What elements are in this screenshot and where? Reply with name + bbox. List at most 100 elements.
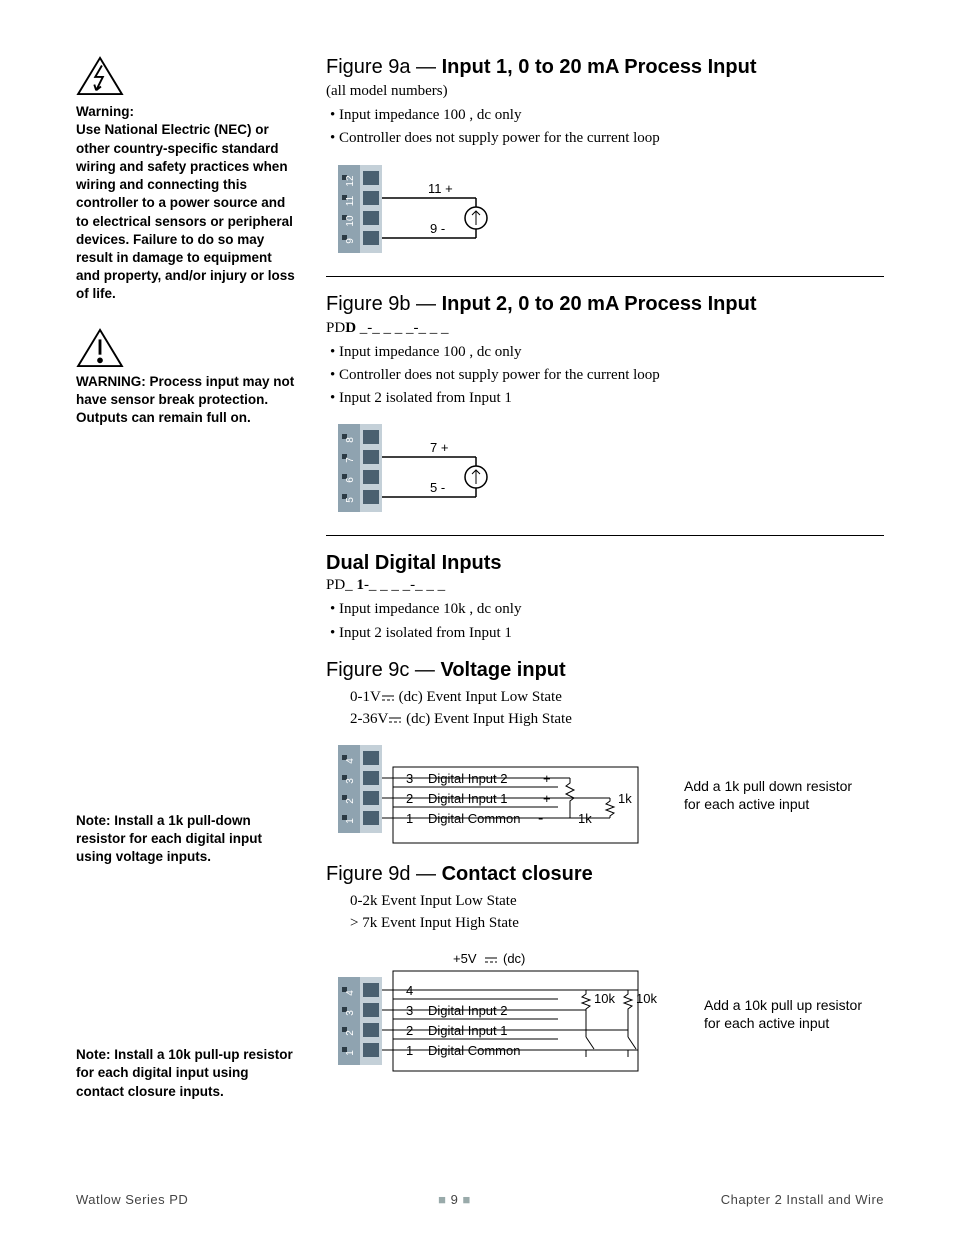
svg-text:1: 1 — [345, 1050, 356, 1056]
svg-text:+: + — [543, 771, 551, 786]
exclamation-warning-icon — [76, 328, 124, 368]
dual-b2: Input 2 isolated from Input 1 — [344, 622, 884, 645]
dual-bullets: Input impedance 10k , dc only Input 2 is… — [326, 598, 884, 645]
fig9d-diagram-row: +5V (dc) — [338, 949, 884, 1079]
page-body: Warning: Use National Electric (NEC) or … — [0, 0, 954, 1141]
fig9b-diagram: 8 7 6 5 7 + 5 - — [338, 424, 884, 517]
lightning-warning-icon — [76, 56, 124, 96]
svg-text:10k: 10k — [594, 991, 615, 1006]
fig9b-label: Figure 9b — — [326, 293, 442, 315]
svg-text:1: 1 — [406, 1043, 413, 1058]
svg-text:6: 6 — [345, 477, 356, 483]
svg-text:12: 12 — [345, 175, 356, 187]
svg-text:9: 9 — [345, 237, 356, 243]
svg-text:Digital Input 2: Digital Input 2 — [428, 1003, 508, 1018]
svg-text:11 +: 11 + — [428, 181, 453, 196]
svg-text:1k: 1k — [578, 811, 592, 826]
fig9a-sub: (all model numbers) — [326, 83, 884, 100]
svg-text:+5V: +5V — [453, 951, 477, 966]
svg-text:3: 3 — [345, 1010, 356, 1016]
figure-9a: Figure 9a — Input 1, 0 to 20 mA Process … — [326, 56, 884, 258]
sidebar: Warning: Use National Electric (NEC) or … — [76, 56, 296, 1101]
fig9a-b1: Input impedance 100 , dc only — [344, 104, 884, 127]
fig9b-b1: Input impedance 100 , dc only — [344, 341, 884, 364]
fig9b-bullets: Input impedance 100 , dc only Controller… — [326, 341, 884, 411]
fig9a-diagram: 12 11 10 9 11 + 9 - — [338, 165, 884, 258]
svg-text:2: 2 — [345, 1030, 356, 1036]
warning-block-1: Warning: Use National Electric (NEC) or … — [76, 56, 296, 304]
fig9b-b2: Controller does not supply power for the… — [344, 364, 884, 387]
fig9a-title: Input 1, 0 to 20 mA Process Input — [442, 56, 757, 78]
dual-title: Dual Digital Inputs — [326, 552, 884, 575]
dc-symbol-icon — [388, 715, 402, 725]
svg-text:Digital Input 1: Digital Input 1 — [428, 1023, 508, 1038]
warning-block-2: WARNING: Process input may not have sens… — [76, 328, 296, 428]
fig9d-callout: Add a 10k pull up resistor for each acti… — [704, 996, 874, 1032]
page-footer: Watlow Series PD ■ 9 ■ Chapter 2 Install… — [76, 1192, 884, 1207]
footer-right: Chapter 2 Install and Wire — [721, 1192, 884, 1207]
svg-text:2: 2 — [406, 1023, 413, 1038]
warning-heading: Warning: — [76, 103, 296, 121]
dc-symbol-icon — [381, 693, 395, 703]
separator-1 — [326, 276, 884, 277]
dual-model: PD_ 1-_ _ _ _-_ _ _ — [326, 577, 884, 594]
fig9d-label: Figure 9d — — [326, 863, 442, 885]
note-2: Note: Install a 10k pull-up resistor for… — [76, 1046, 296, 1101]
svg-text:5 -: 5 - — [430, 480, 445, 495]
fig9b-model: PDD _-_ _ _ _-_ _ _ — [326, 320, 884, 337]
svg-text:1k: 1k — [618, 791, 632, 806]
svg-text:9 -: 9 - — [430, 221, 445, 236]
svg-text:10: 10 — [345, 215, 356, 227]
svg-text:4: 4 — [345, 990, 356, 996]
svg-text:3: 3 — [406, 771, 413, 786]
note-1: Note: Install a 1k pull-down resistor fo… — [76, 812, 296, 867]
separator-2 — [326, 535, 884, 536]
fig9b-title: Input 2, 0 to 20 mA Process Input — [442, 293, 757, 315]
svg-text:(dc): (dc) — [503, 951, 525, 966]
fig9d-diagram: +5V (dc) — [338, 949, 678, 1079]
fig9d-state-high: > 7k Event Input High State — [350, 912, 884, 935]
dual-section: Dual Digital Inputs PD_ 1-_ _ _ _-_ _ _ … — [326, 552, 884, 645]
fig9c-diagram-row: 4 3 2 1 3 — [338, 745, 884, 845]
main-content: Figure 9a — Input 1, 0 to 20 mA Process … — [326, 56, 884, 1101]
svg-text:3: 3 — [406, 1003, 413, 1018]
svg-text:11: 11 — [345, 195, 356, 206]
fig9a-bullets: Input impedance 100 , dc only Controller… — [326, 104, 884, 151]
fig9c-title: Voltage input — [440, 659, 565, 681]
svg-text:+: + — [543, 791, 551, 806]
fig9d-states: 0-2k Event Input Low State > 7k Event In… — [350, 890, 884, 935]
dual-b1: Input impedance 10k , dc only — [344, 598, 884, 621]
svg-text:5: 5 — [345, 497, 356, 503]
svg-text:1: 1 — [345, 818, 356, 824]
warning-body-2: WARNING: Process input may not have sens… — [76, 373, 296, 428]
fig9c-callout: Add a 1k pull down resistor for each act… — [684, 777, 854, 813]
fig9d-title: Contact closure — [442, 863, 593, 885]
svg-text:8: 8 — [345, 437, 356, 443]
svg-text:Digital Input 1: Digital Input 1 — [428, 791, 508, 806]
fig9c-diagram: 4 3 2 1 3 — [338, 745, 658, 845]
svg-text:2: 2 — [406, 791, 413, 806]
svg-text:Digital Common: Digital Common — [428, 1043, 520, 1058]
fig9a-b2: Controller does not supply power for the… — [344, 127, 884, 150]
footer-left: Watlow Series PD — [76, 1192, 188, 1207]
svg-text:Digital Common: Digital Common — [428, 811, 520, 826]
warning-body-1: Use National Electric (NEC) or other cou… — [76, 121, 296, 303]
figure-9d: Figure 9d — Contact closure 0-2k Event I… — [326, 863, 884, 1079]
svg-text:-: - — [538, 810, 543, 827]
svg-text:4: 4 — [406, 983, 413, 998]
svg-text:2: 2 — [345, 798, 356, 804]
figure-9b: Figure 9b — Input 2, 0 to 20 mA Process … — [326, 293, 884, 518]
footer-page: ■ 9 ■ — [438, 1192, 471, 1207]
svg-text:1: 1 — [406, 811, 413, 826]
fig9d-state-low: 0-2k Event Input Low State — [350, 890, 884, 913]
svg-text:10k: 10k — [636, 991, 657, 1006]
svg-text:3: 3 — [345, 778, 356, 784]
fig9c-states: 0-1V (dc) Event Input Low State 2-36V (d… — [350, 686, 884, 731]
fig9c-label: Figure 9c — — [326, 659, 440, 681]
figure-9c: Figure 9c — Voltage input 0-1V (dc) Even… — [326, 659, 884, 845]
svg-text:Digital Input 2: Digital Input 2 — [428, 771, 508, 786]
svg-text:7: 7 — [345, 457, 356, 463]
fig9a-label: Figure 9a — — [326, 56, 442, 78]
svg-text:4: 4 — [345, 758, 356, 764]
svg-text:7 +: 7 + — [430, 440, 448, 455]
